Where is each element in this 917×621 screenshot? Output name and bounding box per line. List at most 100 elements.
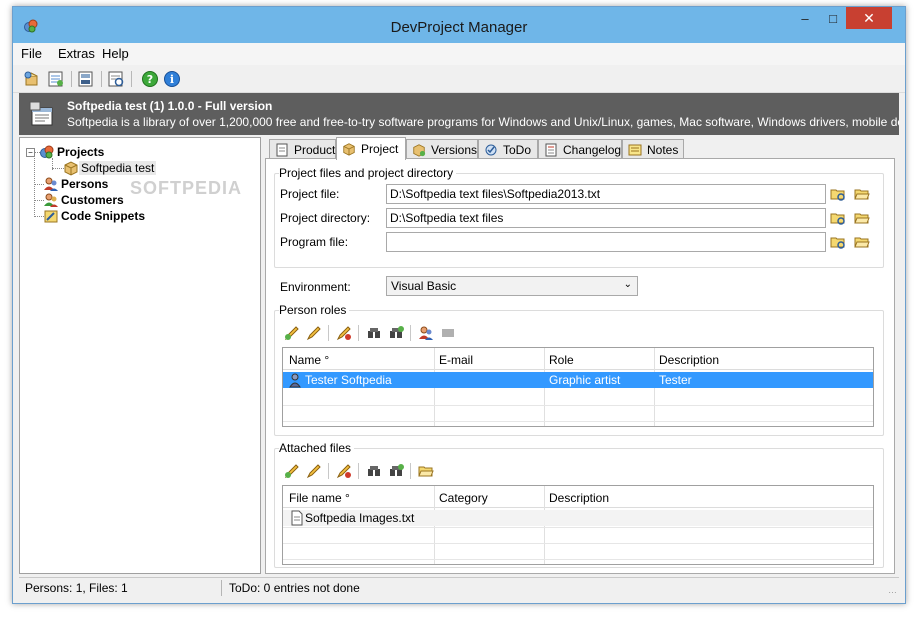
toolbar-separator — [410, 463, 411, 479]
program-file-label: Program file: — [280, 235, 349, 249]
cell-role: Graphic artist — [549, 373, 621, 387]
tree-item-projects[interactable]: − Projects — [26, 144, 106, 160]
find-next-icon[interactable] — [388, 325, 404, 341]
row-divider — [283, 421, 873, 422]
tree-label: Persons — [61, 177, 109, 191]
tab-todo[interactable]: ToDo — [478, 139, 538, 159]
column-header[interactable]: Name ° — [289, 353, 329, 367]
open-folder-icon[interactable] — [854, 186, 870, 202]
open-folder-icon[interactable] — [418, 463, 434, 479]
projects-icon — [40, 145, 54, 159]
versions-icon — [412, 143, 426, 157]
delete-icon[interactable] — [336, 463, 352, 479]
project-tab-content: Project files and project directory Proj… — [265, 158, 895, 574]
column-header[interactable]: Description — [549, 491, 609, 505]
status-todo: ToDo: 0 entries not done — [229, 581, 360, 595]
column-header[interactable]: File name ° — [289, 491, 350, 505]
edit-icon[interactable] — [306, 463, 322, 479]
tree-item-softpedia-test[interactable]: Softpedia test — [63, 160, 157, 176]
delete-icon[interactable] — [336, 325, 352, 341]
package-icon — [64, 161, 78, 176]
add-icon[interactable] — [284, 463, 300, 479]
open-icon[interactable] — [47, 70, 65, 88]
toolbar-separator — [101, 71, 102, 87]
package-icon — [342, 142, 356, 156]
table-header: Name ° E-mail Role Description — [283, 348, 873, 370]
browse-folder-icon[interactable] — [830, 186, 846, 202]
tab-label: Notes — [647, 142, 679, 157]
menu-file[interactable]: File — [21, 46, 42, 61]
project-files-group-label: Project files and project directory — [279, 166, 457, 180]
column-header[interactable]: E-mail — [439, 353, 473, 367]
column-header[interactable]: Description — [659, 353, 719, 367]
minimize-button[interactable]: ‒ — [791, 7, 819, 29]
changelog-icon — [544, 143, 558, 157]
chevron-down-icon: ⌄ — [623, 279, 632, 290]
tab-versions[interactable]: Versions — [406, 139, 478, 159]
find-icon[interactable] — [366, 463, 382, 479]
menu-bar: File Extras Help — [13, 43, 905, 65]
disabled-icon — [440, 325, 456, 341]
row-divider — [283, 543, 873, 544]
browse-folder-icon[interactable] — [830, 234, 846, 250]
edit-icon[interactable] — [306, 325, 322, 341]
banner-description: Softpedia is a library of over 1,200,000… — [67, 115, 899, 129]
find-next-icon[interactable] — [388, 463, 404, 479]
code-snippets-icon — [44, 210, 58, 223]
status-counts: Persons: 1, Files: 1 — [25, 581, 128, 595]
find-icon[interactable] — [366, 325, 382, 341]
new-project-icon[interactable] — [23, 70, 41, 88]
resize-grip-icon[interactable]: … — [888, 585, 897, 595]
collapse-icon[interactable]: − — [26, 147, 35, 157]
banner-title: Softpedia test (1) 1.0.0 - Full version — [67, 99, 273, 113]
notes-icon — [628, 143, 642, 157]
table-row[interactable]: Tester Softpedia Graphic artist Tester — [283, 372, 873, 388]
close-button[interactable]: ✕ — [846, 7, 892, 29]
program-file-input[interactable] — [386, 232, 826, 252]
tree-item-customers[interactable]: Customers — [43, 192, 126, 208]
status-separator — [221, 580, 222, 596]
table-row[interactable]: Softpedia Images.txt — [283, 510, 873, 526]
column-header[interactable]: Role — [549, 353, 574, 367]
persons-icon[interactable] — [418, 325, 434, 341]
project-directory-input[interactable]: D:\Softpedia text files — [386, 208, 826, 228]
preview-icon[interactable] — [107, 70, 125, 88]
open-folder-icon[interactable] — [854, 210, 870, 226]
project-file-input[interactable]: D:\Softpedia text files\Softpedia2013.tx… — [386, 184, 826, 204]
tab-label: Product — [294, 142, 336, 157]
add-icon[interactable] — [284, 325, 300, 341]
project-banner-icon — [29, 100, 57, 131]
title-bar: DevProject Manager ‒ □ ✕ — [13, 7, 905, 43]
svg-text:i: i — [170, 73, 174, 86]
project-directory-label: Project directory: — [280, 211, 371, 225]
open-folder-icon[interactable] — [854, 234, 870, 250]
tree-item-code-snippets[interactable]: Code Snippets — [43, 208, 147, 224]
row-divider — [283, 405, 873, 406]
person-roles-table: Name ° E-mail Role Description Tester So… — [282, 347, 874, 427]
tree-item-persons[interactable]: Persons — [43, 176, 110, 192]
tree-label: Customers — [61, 193, 124, 207]
persons-icon — [44, 177, 58, 191]
person-roles-group-label: Person roles — [279, 303, 350, 317]
toolbar-separator — [328, 463, 329, 479]
environment-value: Visual Basic — [391, 279, 457, 293]
print-icon[interactable] — [77, 70, 95, 88]
help-icon[interactable]: ? — [141, 70, 159, 88]
tab-project[interactable]: Project — [336, 137, 406, 160]
column-header[interactable]: Category — [439, 491, 488, 505]
environment-select[interactable]: Visual Basic ⌄ — [386, 276, 638, 296]
tab-label: Project — [361, 142, 399, 156]
browse-folder-icon[interactable] — [830, 210, 846, 226]
row-divider — [283, 527, 873, 528]
tree-label: Code Snippets — [61, 209, 146, 223]
tab-product[interactable]: Product — [269, 139, 336, 159]
row-divider — [283, 559, 873, 560]
tab-notes[interactable]: Notes — [622, 139, 684, 159]
tab-changelog[interactable]: Changelog — [538, 139, 622, 159]
maximize-button[interactable]: □ — [819, 7, 847, 29]
menu-help[interactable]: Help — [102, 46, 129, 61]
info-icon[interactable]: i — [163, 70, 181, 88]
toolbar-separator — [131, 71, 132, 87]
cell-file-name: Softpedia Images.txt — [305, 511, 415, 525]
menu-extras[interactable]: Extras — [58, 46, 95, 61]
